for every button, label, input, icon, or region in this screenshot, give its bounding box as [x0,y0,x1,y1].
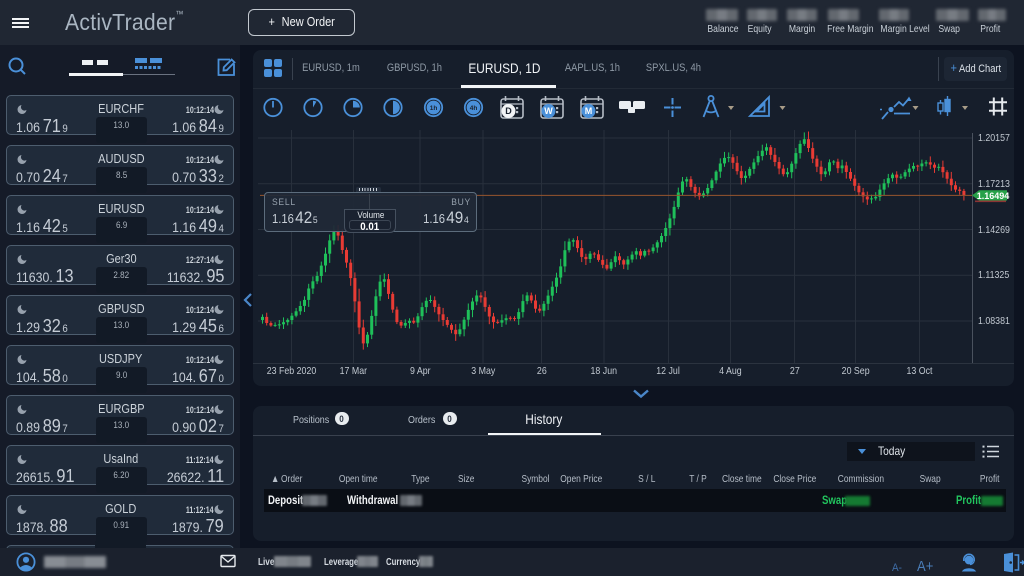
svg-text:4h: 4h [470,105,478,112]
svg-text:M: M [585,106,593,116]
svg-text:D: D [505,106,512,116]
svg-text:W: W [544,106,553,116]
svg-text:1.16494: 1.16494 [977,191,1010,201]
svg-text:1h: 1h [430,105,438,112]
